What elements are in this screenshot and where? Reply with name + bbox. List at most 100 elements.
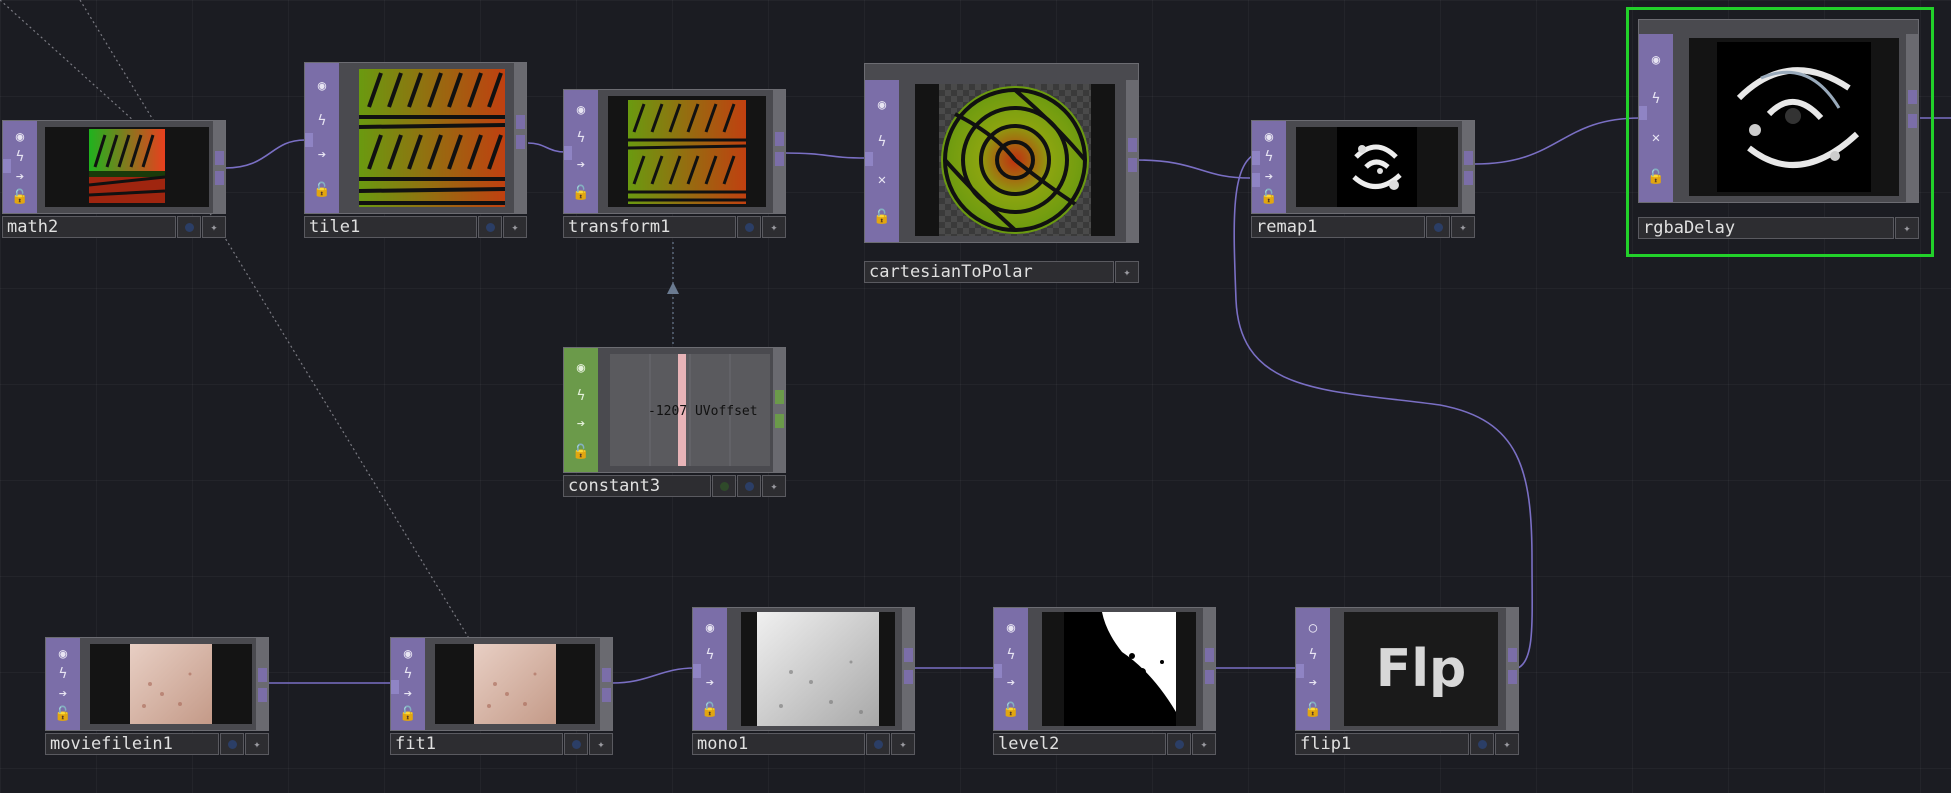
clone-icon[interactable]: ✦ <box>202 216 226 238</box>
input-connector[interactable] <box>391 680 399 694</box>
output-connector[interactable] <box>1508 670 1517 684</box>
node-flip1[interactable]: ○ ϟ ➔ 🔓 Flp flip1 ✦ <box>1295 607 1519 761</box>
display-flag-icon[interactable] <box>177 216 201 238</box>
wire[interactable] <box>224 139 306 169</box>
output-connector[interactable] <box>215 171 224 185</box>
pass-through-icon[interactable]: ➔ <box>10 167 30 187</box>
output-connector[interactable] <box>258 688 267 702</box>
node-viewer[interactable] <box>45 127 209 207</box>
display-flag-icon[interactable] <box>712 475 736 497</box>
output-connector[interactable] <box>1908 90 1917 104</box>
output-connector[interactable] <box>1908 114 1917 128</box>
viewer-toggle-icon[interactable]: ◉ <box>1646 50 1666 70</box>
node-level2[interactable]: ◉ ϟ ➔ 🔓 level2 ✦ <box>993 607 1216 761</box>
output-connector[interactable] <box>904 670 913 684</box>
pass-through-icon[interactable]: ➔ <box>700 673 720 693</box>
cook-icon[interactable]: ϟ <box>1646 89 1666 109</box>
display-flag-icon[interactable] <box>1470 733 1494 755</box>
node-mono1[interactable]: ◉ ϟ ➔ 🔓 mono1 ✦ <box>692 607 915 761</box>
cook-icon[interactable]: ϟ <box>398 664 418 684</box>
node-remap1[interactable]: ◉ ϟ ➔ 🔓 remap1 ✦ <box>1251 120 1475 244</box>
pass-through-icon[interactable]: ➔ <box>571 414 591 434</box>
pass-through-icon[interactable]: ➔ <box>1259 167 1279 187</box>
lock-icon[interactable]: 🔓 <box>53 704 73 724</box>
lock-icon[interactable]: 🔓 <box>1001 700 1021 720</box>
render-flag-icon[interactable] <box>737 475 761 497</box>
node-viewer[interactable] <box>1296 127 1458 207</box>
cook-icon[interactable]: ϟ <box>10 147 30 167</box>
node-name-label[interactable]: math2 <box>2 216 176 238</box>
node-viewer[interactable] <box>915 84 1115 236</box>
output-connector[interactable] <box>602 668 611 682</box>
output-connector[interactable] <box>1128 158 1137 172</box>
cook-icon[interactable]: ϟ <box>1001 645 1021 665</box>
clone-icon[interactable]: ✦ <box>1895 217 1919 239</box>
lock-icon[interactable]: 🔓 <box>700 700 720 720</box>
node-name-label[interactable]: moviefilein1 <box>45 733 219 755</box>
node-moviefilein1[interactable]: ◉ ϟ ➔ 🔓 moviefilein1 ✦ <box>45 637 269 761</box>
lock-icon[interactable]: 🔓 <box>398 704 418 724</box>
display-flag-icon[interactable] <box>1167 733 1191 755</box>
lock-icon[interactable]: 🔓 <box>312 180 332 200</box>
viewer-toggle-icon[interactable]: ◉ <box>872 95 892 115</box>
node-viewer[interactable] <box>1042 612 1196 726</box>
output-connector[interactable] <box>904 648 913 662</box>
input-connector[interactable] <box>865 152 873 166</box>
cook-icon[interactable]: ϟ <box>700 645 720 665</box>
node-rgbaDelay[interactable]: ◉ ϟ ✕ 🔓 rgbaDelay ✦ <box>1638 19 1919 244</box>
clone-icon[interactable]: ✦ <box>589 733 613 755</box>
output-connector[interactable] <box>258 668 267 682</box>
clone-icon[interactable]: ✦ <box>762 216 786 238</box>
display-flag-icon[interactable] <box>737 216 761 238</box>
output-connector[interactable] <box>775 152 784 166</box>
lock-icon[interactable]: 🔓 <box>571 183 591 203</box>
clone-icon[interactable]: ✦ <box>1495 733 1519 755</box>
wire[interactable] <box>784 152 867 159</box>
node-name-label[interactable]: remap1 <box>1251 216 1425 238</box>
display-flag-icon[interactable] <box>866 733 890 755</box>
cook-icon[interactable]: ϟ <box>571 128 591 148</box>
display-flag-icon[interactable] <box>564 733 588 755</box>
viewer-toggle-icon[interactable]: ◉ <box>312 76 332 96</box>
lock-icon[interactable]: 🔓 <box>10 187 30 207</box>
node-fit1[interactable]: ◉ ϟ ➔ 🔓 fit1 ✦ <box>390 637 613 761</box>
lock-icon[interactable]: 🔓 <box>872 207 892 227</box>
viewer-toggle-icon[interactable]: ◉ <box>10 127 30 147</box>
viewer-toggle-icon[interactable]: ○ <box>1303 618 1323 638</box>
output-connector[interactable] <box>1464 171 1473 185</box>
viewer-toggle-icon[interactable]: ◉ <box>1001 618 1021 638</box>
channel-viewer[interactable]: -1207 UVoffset <box>610 354 770 466</box>
viewer-toggle-icon[interactable]: ◉ <box>571 100 591 120</box>
node-viewer[interactable] <box>608 96 766 207</box>
wire[interactable] <box>1474 117 1641 165</box>
node-math2[interactable]: ◉ ϟ ➔ 🔓 math2 ✦ <box>2 120 226 244</box>
node-name-label[interactable]: cartesianToPolar <box>864 261 1114 283</box>
cook-icon[interactable]: ϟ <box>872 132 892 152</box>
input-connector[interactable] <box>564 146 572 160</box>
cook-icon[interactable]: ϟ <box>571 386 591 406</box>
node-name-label[interactable]: level2 <box>993 733 1166 755</box>
output-connector[interactable] <box>1508 648 1517 662</box>
node-name-label[interactable]: transform1 <box>563 216 736 238</box>
node-viewer[interactable] <box>741 612 895 726</box>
clone-icon[interactable]: ✦ <box>1115 261 1139 283</box>
node-viewer[interactable]: Flp <box>1344 612 1498 726</box>
wire[interactable] <box>1134 159 1251 179</box>
viewer-toggle-icon[interactable]: ◉ <box>53 644 73 664</box>
bypass-icon[interactable]: ✕ <box>872 170 892 190</box>
lock-icon[interactable]: 🔓 <box>571 442 591 462</box>
node-name-label[interactable]: constant3 <box>563 475 711 497</box>
output-connector[interactable] <box>1205 670 1214 684</box>
pass-through-icon[interactable]: ➔ <box>53 684 73 704</box>
display-flag-icon[interactable] <box>220 733 244 755</box>
lock-icon[interactable]: 🔓 <box>1303 700 1323 720</box>
viewer-toggle-icon[interactable]: ◉ <box>1259 127 1279 147</box>
lock-icon[interactable]: 🔓 <box>1259 187 1279 207</box>
input-connector[interactable] <box>3 159 11 173</box>
node-name-label[interactable]: fit1 <box>390 733 563 755</box>
output-connector[interactable] <box>1464 151 1473 165</box>
node-name-label[interactable]: flip1 <box>1295 733 1469 755</box>
output-connector[interactable] <box>516 135 525 149</box>
wire[interactable] <box>611 667 696 684</box>
output-connector[interactable] <box>775 390 784 404</box>
